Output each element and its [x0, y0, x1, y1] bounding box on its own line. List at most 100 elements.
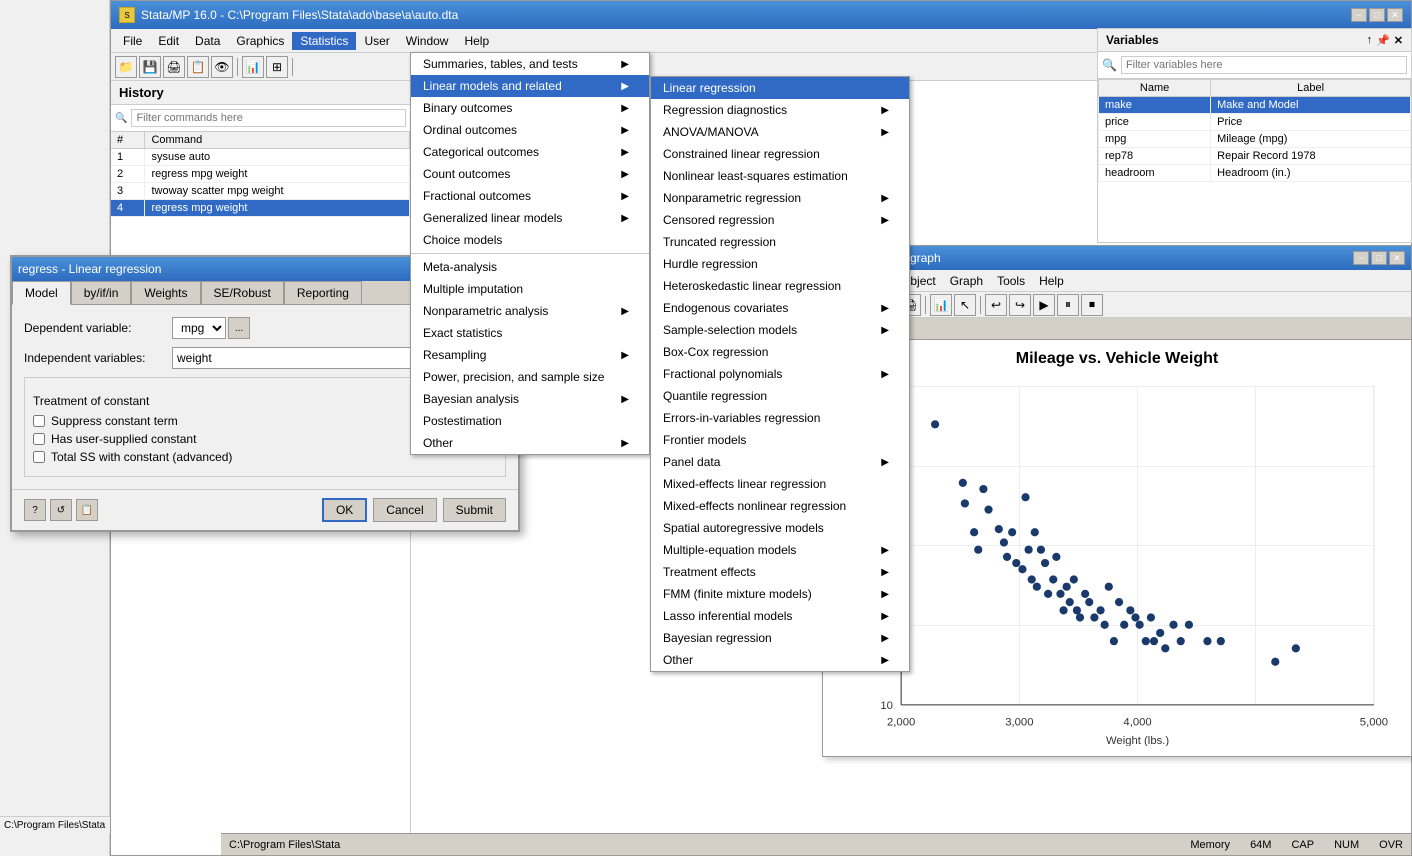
sample-selection-item[interactable]: Sample-selection models ▶ — [651, 319, 909, 341]
minimize-button[interactable]: − — [1351, 8, 1367, 22]
reset-button[interactable]: ↺ — [50, 499, 72, 521]
exact-stats-item[interactable]: Exact statistics — [411, 322, 649, 344]
censored-regression-item[interactable]: Censored regression ▶ — [651, 209, 909, 231]
errors-variables-item[interactable]: Errors-in-variables regression — [651, 407, 909, 429]
nonparametric-item[interactable]: Nonparametric analysis ▶ — [411, 300, 649, 322]
binary-outcomes-item[interactable]: Binary outcomes ▶ — [411, 97, 649, 119]
viewer-button[interactable]: 👁 — [211, 56, 233, 78]
menu-data[interactable]: Data — [187, 32, 228, 50]
vars-row[interactable]: rep78 Repair Record 1978 — [1099, 148, 1411, 165]
menu-user[interactable]: User — [356, 32, 397, 50]
tab-weights[interactable]: Weights — [131, 281, 200, 305]
print-button[interactable]: 🖨 — [163, 56, 185, 78]
graph-menu-help[interactable]: Help — [1033, 272, 1070, 290]
indep-var-input[interactable] — [172, 347, 432, 369]
linear-regression-item[interactable]: Linear regression — [651, 77, 909, 99]
mixed-effects-nonlinear-item[interactable]: Mixed-effects nonlinear regression — [651, 495, 909, 517]
vars-pin-icon[interactable]: 📌 — [1376, 34, 1390, 47]
graph-button[interactable]: 📊 — [242, 56, 264, 78]
box-cox-item[interactable]: Box-Cox regression — [651, 341, 909, 363]
lasso-item[interactable]: Lasso inferential models ▶ — [651, 605, 909, 627]
history-row[interactable]: 4 regress mpg weight — [111, 200, 410, 217]
graph-close[interactable]: ✕ — [1389, 251, 1405, 265]
tab-model[interactable]: Model — [12, 281, 71, 305]
count-outcomes-item[interactable]: Count outcomes ▶ — [411, 163, 649, 185]
graph-select-btn[interactable]: ↖ — [954, 294, 976, 316]
quantile-regression-item[interactable]: Quantile regression — [651, 385, 909, 407]
history-search-input[interactable] — [131, 109, 406, 127]
anova-manova-item[interactable]: ANOVA/MANOVA ▶ — [651, 121, 909, 143]
fractional-poly-item[interactable]: Fractional polynomials ▶ — [651, 363, 909, 385]
menu-statistics[interactable]: Statistics — [292, 32, 356, 50]
graph-menu-tools[interactable]: Tools — [991, 272, 1031, 290]
mixed-effects-linear-item[interactable]: Mixed-effects linear regression — [651, 473, 909, 495]
graph-menu-graph[interactable]: Graph — [944, 272, 989, 290]
panel-data-item[interactable]: Panel data ▶ — [651, 451, 909, 473]
menu-help[interactable]: Help — [456, 32, 497, 50]
menu-edit[interactable]: Edit — [150, 32, 187, 50]
graph-play[interactable]: ▶ — [1033, 294, 1055, 316]
multiple-imputation-item[interactable]: Multiple imputation — [411, 278, 649, 300]
graph-minimize[interactable]: − — [1353, 251, 1369, 265]
summaries-item[interactable]: Summaries, tables, and tests ▶ — [411, 53, 649, 75]
graph-pause[interactable]: ⏸ — [1057, 294, 1079, 316]
history-row[interactable]: 3 twoway scatter mpg weight — [111, 183, 410, 200]
submit-button[interactable]: Submit — [443, 498, 506, 522]
menu-window[interactable]: Window — [398, 32, 457, 50]
hurdle-regression-item[interactable]: Hurdle regression — [651, 253, 909, 275]
resampling-item[interactable]: Resampling ▶ — [411, 344, 649, 366]
history-row[interactable]: 2 regress mpg weight — [111, 166, 410, 183]
nonparametric-reg-item[interactable]: Nonparametric regression ▶ — [651, 187, 909, 209]
vars-close-icon[interactable]: ✕ — [1394, 34, 1403, 47]
vars-row[interactable]: price Price — [1099, 114, 1411, 131]
treatment-effects-item[interactable]: Treatment effects ▶ — [651, 561, 909, 583]
ok-button[interactable]: OK — [322, 498, 367, 522]
linear-models-item[interactable]: Linear models and related ▶ — [411, 75, 649, 97]
fmm-item[interactable]: FMM (finite mixture models) ▶ — [651, 583, 909, 605]
vars-search-input[interactable] — [1121, 56, 1407, 74]
meta-analysis-item[interactable]: Meta-analysis — [411, 256, 649, 278]
categorical-outcomes-item[interactable]: Categorical outcomes ▶ — [411, 141, 649, 163]
bayesian-regression-item[interactable]: Bayesian regression ▶ — [651, 627, 909, 649]
close-button[interactable]: ✕ — [1387, 8, 1403, 22]
graph-bar-icon[interactable]: 📊 — [930, 294, 952, 316]
tab-by-if-in[interactable]: by/if/in — [71, 281, 132, 305]
multiple-equation-item[interactable]: Multiple-equation models ▶ — [651, 539, 909, 561]
vars-sort-icon[interactable]: ↑ — [1367, 34, 1373, 47]
cancel-button[interactable]: Cancel — [373, 498, 436, 522]
tab-reporting[interactable]: Reporting — [284, 281, 362, 305]
graph-redo[interactable]: ↪ — [1009, 294, 1031, 316]
stats-other-item[interactable]: Other ▶ — [411, 432, 649, 454]
hetero-linear-item[interactable]: Heteroskedastic linear regression — [651, 275, 909, 297]
restore-button[interactable]: □ — [1369, 8, 1385, 22]
vars-row[interactable]: headroom Headroom (in.) — [1099, 165, 1411, 182]
graph-restore[interactable]: □ — [1371, 251, 1387, 265]
nonlinear-least-squares-item[interactable]: Nonlinear least-squares estimation — [651, 165, 909, 187]
dep-var-select[interactable]: mpg — [172, 317, 226, 339]
history-row[interactable]: 1 sysuse auto — [111, 149, 410, 166]
power-precision-item[interactable]: Power, precision, and sample size — [411, 366, 649, 388]
help-button[interactable]: ? — [24, 499, 46, 521]
constrained-linear-item[interactable]: Constrained linear regression — [651, 143, 909, 165]
endogenous-cov-item[interactable]: Endogenous covariates ▶ — [651, 297, 909, 319]
tab-se-robust[interactable]: SE/Robust — [201, 281, 284, 305]
suppress-constant-check[interactable] — [33, 415, 45, 427]
save-button[interactable]: 💾 — [139, 56, 161, 78]
open-button[interactable]: 📁 — [115, 56, 137, 78]
fractional-outcomes-item[interactable]: Fractional outcomes ▶ — [411, 185, 649, 207]
copy-button[interactable]: 📋 — [76, 499, 98, 521]
menu-graphics[interactable]: Graphics — [228, 32, 292, 50]
linear-other-item[interactable]: Other ▶ — [651, 649, 909, 671]
generalized-linear-item[interactable]: Generalized linear models ▶ — [411, 207, 649, 229]
vars-row[interactable]: mpg Mileage (mpg) — [1099, 131, 1411, 148]
user-supplied-check[interactable] — [33, 433, 45, 445]
regression-diagnostics-item[interactable]: Regression diagnostics ▶ — [651, 99, 909, 121]
graph-stop[interactable]: ⏹ — [1081, 294, 1103, 316]
dep-var-browse[interactable]: ... — [228, 317, 250, 339]
truncated-regression-item[interactable]: Truncated regression — [651, 231, 909, 253]
choice-models-item[interactable]: Choice models — [411, 229, 649, 251]
bayesian-analysis-item[interactable]: Bayesian analysis ▶ — [411, 388, 649, 410]
graph-undo[interactable]: ↩ — [985, 294, 1007, 316]
spatial-autoregressive-item[interactable]: Spatial autoregressive models — [651, 517, 909, 539]
menu-file[interactable]: File — [115, 32, 150, 50]
